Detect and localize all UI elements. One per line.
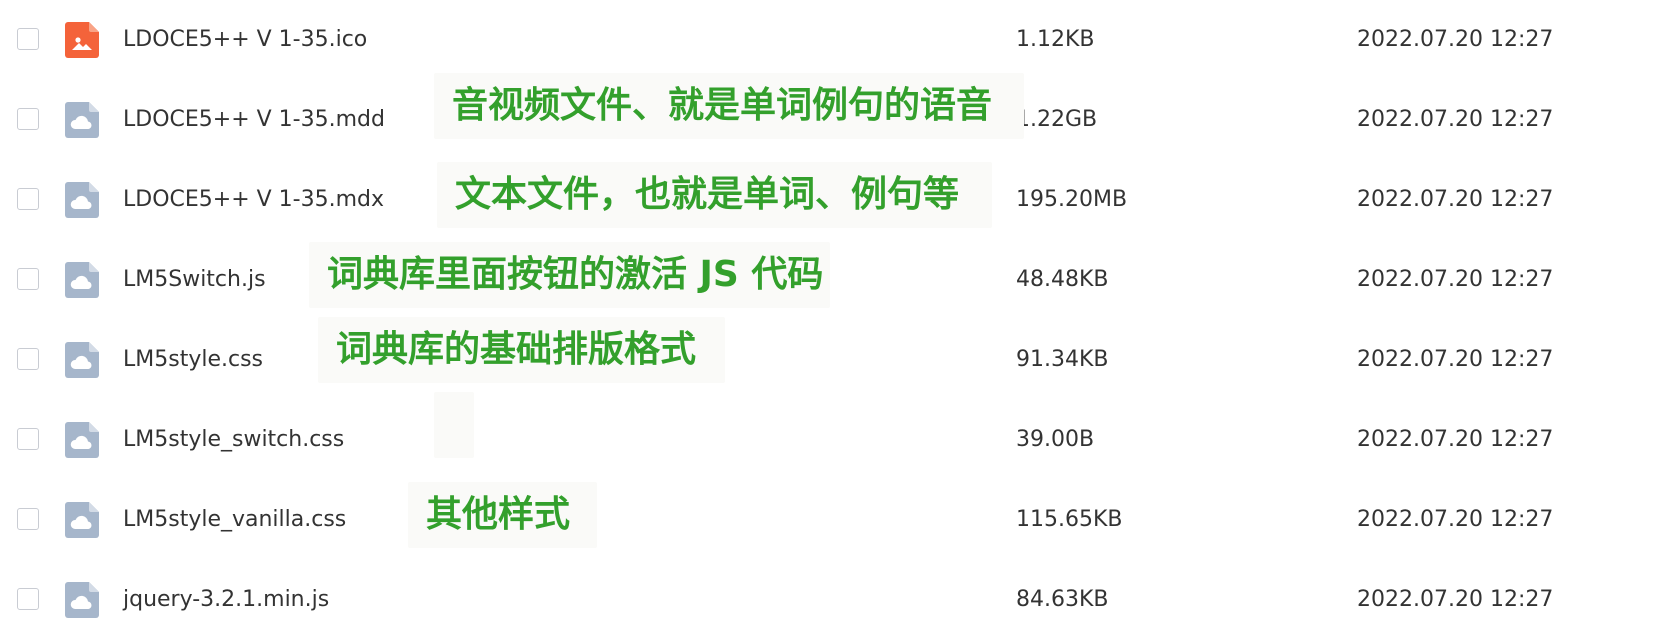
- row-checkbox[interactable]: [17, 428, 39, 450]
- row-checkbox[interactable]: [17, 508, 39, 530]
- image-file-icon: [65, 22, 99, 58]
- row-checkbox[interactable]: [17, 348, 39, 370]
- file-name[interactable]: jquery-3.2.1.min.js: [123, 587, 329, 613]
- file-name[interactable]: LDOCE5++ V 1-35.mdx: [123, 187, 384, 213]
- file-date: 2022.07.20 12:27: [1357, 267, 1554, 292]
- file-row[interactable]: LM5style_switch.css 39.00B 2022.07.20 12…: [0, 400, 1670, 480]
- file-name[interactable]: LM5style.css: [123, 347, 263, 373]
- file-date: 2022.07.20 12:27: [1357, 27, 1554, 52]
- annotation-mdx: 文本文件，也就是单词、例句等: [437, 162, 992, 228]
- annotation-style-switch: [434, 392, 474, 458]
- file-date: 2022.07.20 12:27: [1357, 507, 1554, 532]
- file-row[interactable]: LM5Switch.js 48.48KB 2022.07.20 12:27: [0, 240, 1670, 320]
- file-name[interactable]: LM5style_vanilla.css: [123, 507, 346, 533]
- file-name[interactable]: LDOCE5++ V 1-35.ico: [123, 27, 367, 53]
- cloud-file-icon: [65, 342, 99, 378]
- file-size: 115.65KB: [1016, 507, 1123, 532]
- file-size: 91.34KB: [1016, 347, 1109, 372]
- file-size: 195.20MB: [1016, 187, 1128, 212]
- file-size: 48.48KB: [1016, 267, 1109, 292]
- file-row[interactable]: LDOCE5++ V 1-35.ico 1.12KB 2022.07.20 12…: [0, 0, 1670, 80]
- row-checkbox[interactable]: [17, 268, 39, 290]
- file-list: LDOCE5++ V 1-35.ico 1.12KB 2022.07.20 12…: [0, 0, 1670, 632]
- file-size: 1.22GB: [1016, 107, 1098, 132]
- file-row[interactable]: LM5style_vanilla.css 115.65KB 2022.07.20…: [0, 480, 1670, 560]
- file-name[interactable]: LDOCE5++ V 1-35.mdd: [123, 107, 385, 133]
- cloud-file-icon: [65, 262, 99, 298]
- file-name[interactable]: LM5Switch.js: [123, 267, 266, 293]
- file-row[interactable]: LM5style.css 91.34KB 2022.07.20 12:27: [0, 320, 1670, 400]
- annotation-style-css: 词典库的基础排版格式: [318, 317, 725, 383]
- file-size: 1.12KB: [1016, 27, 1095, 52]
- file-date: 2022.07.20 12:27: [1357, 427, 1554, 452]
- file-date: 2022.07.20 12:27: [1357, 347, 1554, 372]
- cloud-file-icon: [65, 502, 99, 538]
- cloud-file-icon: [65, 422, 99, 458]
- cloud-file-icon: [65, 102, 99, 138]
- cloud-file-icon: [65, 582, 99, 618]
- file-row[interactable]: jquery-3.2.1.min.js 84.63KB 2022.07.20 1…: [0, 560, 1670, 632]
- row-checkbox[interactable]: [17, 188, 39, 210]
- annotation-switch-js: 词典库里面按钮的激活 JS 代码: [309, 242, 830, 308]
- file-size: 84.63KB: [1016, 587, 1109, 612]
- row-checkbox[interactable]: [17, 588, 39, 610]
- file-size: 39.00B: [1016, 427, 1095, 452]
- row-checkbox[interactable]: [17, 28, 39, 50]
- file-name[interactable]: LM5style_switch.css: [123, 427, 344, 453]
- file-date: 2022.07.20 12:27: [1357, 587, 1554, 612]
- cloud-file-icon: [65, 182, 99, 218]
- annotation-mdd: 音视频文件、就是单词例句的语音: [434, 73, 1024, 139]
- file-date: 2022.07.20 12:27: [1357, 107, 1554, 132]
- file-date: 2022.07.20 12:27: [1357, 187, 1554, 212]
- row-checkbox[interactable]: [17, 108, 39, 130]
- annotation-style-vanilla: 其他样式: [408, 482, 597, 548]
